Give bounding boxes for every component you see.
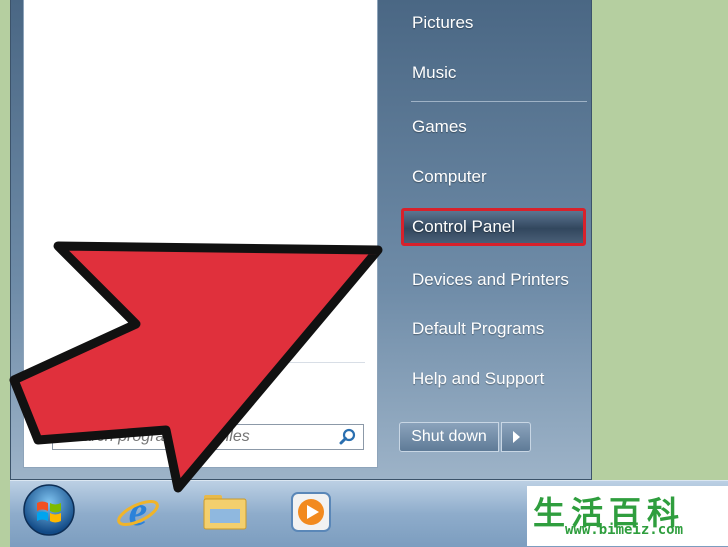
places-pane: Pictures Music Games Computer Control Pa… — [389, 0, 593, 470]
menu-item-default-programs[interactable]: Default Programs — [401, 310, 586, 348]
search-icon[interactable] — [339, 428, 357, 446]
menu-item-games[interactable]: Games — [401, 108, 586, 146]
menu-item-music[interactable]: Music — [401, 54, 586, 92]
shutdown-options-button[interactable] — [501, 422, 531, 452]
folder-icon[interactable] — [200, 489, 250, 533]
search-input[interactable] — [53, 425, 343, 449]
search-box[interactable] — [52, 424, 364, 450]
menu-item-devices-printers[interactable]: Devices and Printers — [401, 261, 586, 299]
svg-text:e: e — [129, 489, 148, 535]
menu-item-pictures[interactable]: Pictures — [401, 4, 586, 42]
menu-item-control-panel[interactable]: Control Panel — [401, 208, 586, 246]
menu-item-help-support[interactable]: Help and Support — [401, 360, 586, 398]
windows-start-orb-icon[interactable] — [22, 483, 76, 537]
menu-item-computer[interactable]: Computer — [401, 158, 586, 196]
programs-divider — [48, 362, 365, 363]
watermark: 生活百科 www.bimeiz.com — [527, 486, 728, 546]
shutdown-button[interactable]: Shut down — [399, 422, 499, 452]
internet-explorer-icon[interactable]: e — [114, 487, 162, 535]
programs-pane — [23, 0, 378, 468]
start-menu: Pictures Music Games Computer Control Pa… — [10, 0, 592, 480]
watermark-url: www.bimeiz.com — [565, 522, 684, 538]
menu-separator — [411, 101, 587, 102]
chevron-right-icon — [513, 431, 520, 443]
media-player-icon[interactable] — [288, 489, 334, 535]
